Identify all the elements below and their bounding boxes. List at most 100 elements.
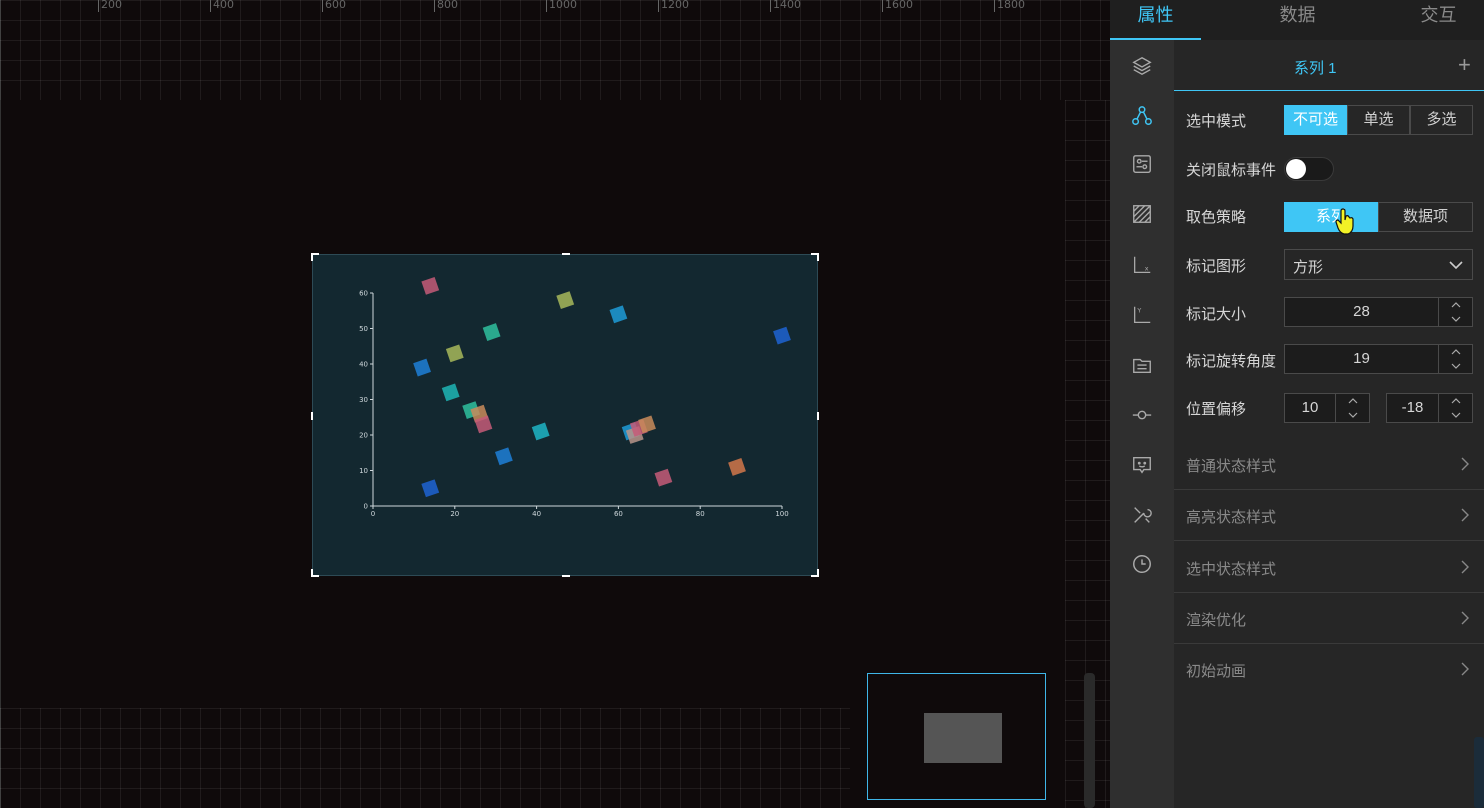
toggle-knob <box>1286 159 1306 179</box>
canvas-scrollbar[interactable] <box>1084 673 1095 808</box>
resize-handle-right[interactable] <box>817 412 819 420</box>
side-icon-bar: x Y <box>1110 40 1174 808</box>
accordion-normal-style[interactable]: 普通状态样式 <box>1174 439 1484 490</box>
properties-panel: 属性 数据 交互 x Y 系列 1 + 选中模式 不可选 单选 多选 关闭鼠标事… <box>1110 0 1484 808</box>
scatter-point <box>482 323 501 341</box>
settings-card-icon[interactable] <box>1130 152 1154 176</box>
color-strategy-series-button[interactable]: 系列 <box>1284 202 1378 232</box>
resize-handle-top[interactable] <box>562 253 570 255</box>
resize-handle-bottom-left[interactable] <box>311 569 319 577</box>
x-axis-icon[interactable]: x <box>1130 253 1154 277</box>
ruler-tick-label: 1800 <box>994 0 1025 12</box>
chevron-up-icon <box>1451 302 1461 308</box>
tab-data[interactable]: 数据 <box>1252 0 1343 40</box>
x-tick-label: 0 <box>371 510 375 518</box>
minimap[interactable] <box>867 673 1046 800</box>
marker-size-increment[interactable] <box>1439 298 1473 312</box>
marker-size-label: 标记大小 <box>1186 306 1247 323</box>
accordion-render-optimization[interactable]: 渲染优化 <box>1174 593 1484 644</box>
scatter-chart: 0 20 40 60 80 100 0 10 20 30 40 50 60 <box>359 277 791 518</box>
scatter-point <box>441 383 460 402</box>
chevron-right-icon <box>1461 508 1469 522</box>
tooltip-icon[interactable] <box>1130 453 1154 477</box>
y-tick-label: 20 <box>359 432 368 440</box>
design-canvas[interactable]: 200 400 600 800 1000 1200 1400 1600 1800 0 20 40 60… <box>0 0 1110 808</box>
chevron-up-icon <box>1451 349 1461 355</box>
chevron-up-icon <box>1348 398 1358 404</box>
offset-x-decrement[interactable] <box>1336 408 1370 422</box>
y-tick-label: 60 <box>359 290 368 298</box>
resize-handle-bottom[interactable] <box>562 575 570 577</box>
chevron-down-icon <box>1449 261 1463 270</box>
ruler-tick-label: 1200 <box>658 0 689 12</box>
y-axis-icon[interactable]: Y <box>1130 303 1154 327</box>
chevron-down-icon <box>1451 412 1461 418</box>
resize-handle-bottom-right[interactable] <box>811 569 819 577</box>
resize-handle-top-left[interactable] <box>311 253 319 261</box>
offset-y-increment[interactable] <box>1439 394 1473 408</box>
scatter-point <box>556 291 575 309</box>
marker-size-decrement[interactable] <box>1439 312 1473 326</box>
select-mode-none-button[interactable]: 不可选 <box>1284 105 1347 135</box>
ruler-tick-label: 1600 <box>882 0 913 12</box>
select-mode-multi-button[interactable]: 多选 <box>1410 105 1473 135</box>
marker-line-icon[interactable] <box>1130 403 1154 427</box>
accordion-initial-animation[interactable]: 初始动画 <box>1174 644 1484 695</box>
clock-icon[interactable] <box>1130 552 1154 576</box>
series-icon[interactable] <box>1130 104 1154 128</box>
scatter-point <box>773 326 791 345</box>
scatter-chart-widget[interactable]: 0 20 40 60 80 100 0 10 20 30 40 50 60 <box>311 253 819 577</box>
tab-interaction[interactable]: 交互 <box>1393 0 1484 40</box>
y-tick-label: 40 <box>359 361 368 369</box>
add-series-button[interactable]: + <box>1458 52 1471 78</box>
marker-shape-select[interactable]: 方形 <box>1284 249 1473 280</box>
horizontal-ruler: 200 400 600 800 1000 1200 1400 1600 1800 <box>0 0 1110 12</box>
accordion-label: 渲染优化 <box>1186 612 1247 629</box>
panel-scrollbar[interactable] <box>1474 737 1484 808</box>
pattern-icon[interactable] <box>1130 202 1154 226</box>
marker-rotate-input[interactable]: 19 <box>1284 344 1473 374</box>
y-tick-label: 50 <box>359 325 368 333</box>
chevron-down-icon <box>1348 412 1358 418</box>
canvas-grid-bottom <box>0 708 850 808</box>
accordion-label: 初始动画 <box>1186 663 1247 680</box>
marker-rotate-decrement[interactable] <box>1439 359 1473 373</box>
marker-size-value: 28 <box>1353 303 1370 320</box>
accordion-label: 选中状态样式 <box>1186 561 1277 578</box>
marker-rotate-value: 19 <box>1353 350 1370 367</box>
offset-y-input[interactable]: -18 <box>1386 393 1473 423</box>
offset-x-input[interactable]: 10 <box>1284 393 1370 423</box>
offset-x-increment[interactable] <box>1336 394 1370 408</box>
resize-handle-left[interactable] <box>311 412 313 420</box>
color-strategy-label: 取色策略 <box>1186 209 1247 226</box>
accordion-label: 高亮状态样式 <box>1186 509 1277 526</box>
accordion-selected-style[interactable]: 选中状态样式 <box>1174 542 1484 593</box>
series-tab[interactable]: 系列 1 <box>1294 57 1337 78</box>
minimap-viewport[interactable] <box>924 713 1002 763</box>
y-tick-label: 30 <box>359 396 368 404</box>
marker-shape-value: 方形 <box>1293 259 1324 276</box>
tools-icon[interactable] <box>1130 503 1154 527</box>
ruler-tick-label: 400 <box>210 0 234 12</box>
y-tick-label: 10 <box>359 467 368 475</box>
chevron-right-icon <box>1461 662 1469 676</box>
select-mode-single-button[interactable]: 单选 <box>1347 105 1410 135</box>
scatter-point <box>728 458 746 476</box>
ruler-tick-label: 800 <box>434 0 458 12</box>
svg-text:Y: Y <box>1136 306 1141 314</box>
mouse-events-label: 关闭鼠标事件 <box>1186 162 1277 179</box>
tab-properties[interactable]: 属性 <box>1110 0 1201 40</box>
layers-icon[interactable] <box>1130 54 1154 78</box>
marker-rotate-increment[interactable] <box>1439 345 1473 359</box>
offset-y-decrement[interactable] <box>1439 408 1473 422</box>
offset-y-stepper <box>1438 394 1472 422</box>
x-tick-label: 60 <box>614 510 623 518</box>
marker-size-input[interactable]: 28 <box>1284 297 1473 327</box>
mouse-events-toggle[interactable] <box>1284 157 1334 181</box>
accordion-highlight-style[interactable]: 高亮状态样式 <box>1174 490 1484 541</box>
color-strategy-item-button[interactable]: 数据项 <box>1378 202 1473 232</box>
resize-handle-top-right[interactable] <box>811 253 819 261</box>
legend-icon[interactable] <box>1130 353 1154 377</box>
x-tick-label: 20 <box>450 510 459 518</box>
app-root: 200 400 600 800 1000 1200 1400 1600 1800 0 20 40 60… <box>0 0 1484 808</box>
